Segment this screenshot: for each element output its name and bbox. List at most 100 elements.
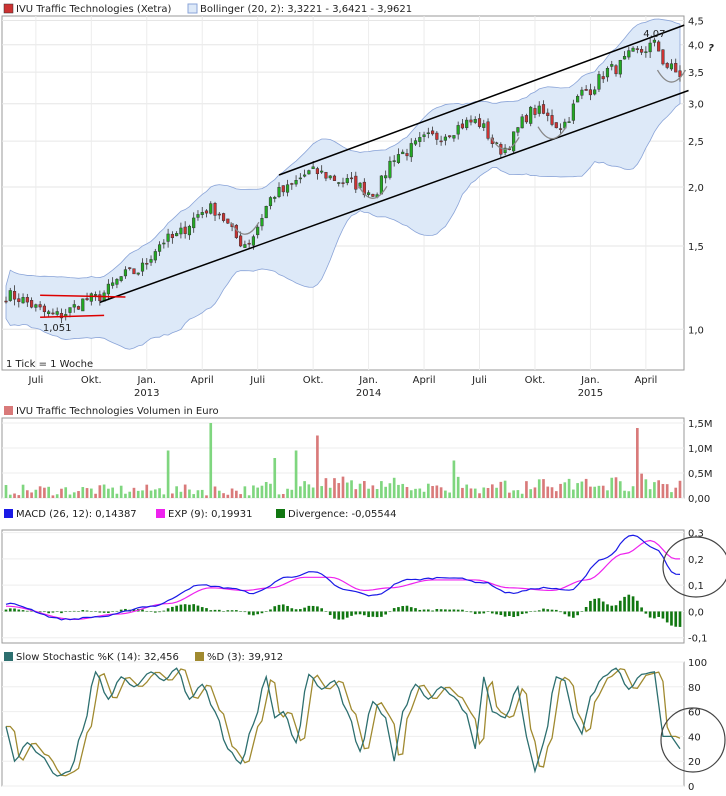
candle-body (38, 304, 42, 308)
divergence-bar (678, 611, 682, 627)
candle-body (529, 106, 533, 124)
candle-body (473, 119, 477, 123)
divergence-bar (554, 609, 558, 612)
volume-bar (341, 476, 345, 498)
divergence-bar (260, 611, 264, 614)
volume-bar (72, 492, 76, 498)
volume-bar (345, 482, 349, 498)
candle-body (170, 233, 174, 239)
divergence-bar (452, 609, 456, 612)
divergence-bar (252, 611, 255, 616)
candle-body (622, 56, 627, 60)
candle-body (465, 119, 469, 129)
candle-body (260, 217, 264, 227)
candle-body (268, 197, 273, 207)
divergence-bar (388, 611, 392, 613)
volume-bar (550, 487, 554, 498)
volume-bar (606, 490, 609, 498)
volume-bar (537, 479, 541, 498)
price-y-tick: 1,5 (688, 242, 704, 253)
divergence-bar (141, 609, 144, 612)
volume-bar (529, 489, 533, 498)
volume-bar (192, 494, 196, 498)
volume-bar (525, 481, 528, 498)
price-y-tick: 2,5 (688, 137, 704, 148)
legend-stoch-k: Slow Stochastic %K (14): 32,456 (16, 652, 179, 663)
volume-bar (128, 491, 132, 498)
macd-y-tick: 0,1 (688, 581, 704, 592)
volume-bar (503, 480, 507, 498)
legend-bollinger: Bollinger (20, 2): 3,3221 - 3,6421 - 3,9… (200, 4, 412, 15)
divergence-bar (188, 604, 191, 612)
volume-bar (328, 487, 332, 498)
divergence-bar (175, 605, 178, 612)
divergence-bar (576, 611, 579, 616)
legend-swatch-volume (4, 406, 13, 415)
candle-body (657, 41, 661, 52)
divergence-bar (290, 608, 294, 612)
legend-exp: EXP (9): 0,19931 (168, 509, 252, 520)
volume-bar (94, 493, 97, 498)
divergence-bar (529, 611, 533, 612)
volume-bar (77, 491, 80, 498)
candle-body (298, 177, 302, 180)
volume-bar (610, 477, 614, 498)
divergence-bar (153, 611, 157, 613)
divergence-bar (89, 611, 93, 612)
candle-body (524, 115, 529, 123)
candle-body (17, 298, 21, 302)
divergence-bar (486, 611, 490, 612)
volume-bar (456, 476, 460, 498)
volume-bar (614, 477, 618, 498)
stoch-y-tick: 100 (688, 658, 707, 669)
divergence-bar (149, 611, 153, 612)
candle-body (533, 108, 537, 115)
volume-bar (490, 484, 494, 498)
volume-bar (337, 483, 341, 498)
divergence-bar (516, 611, 520, 617)
legend-divergence: Divergence: -0,05544 (288, 509, 396, 520)
volume-bar (286, 488, 289, 498)
volume-bar (333, 478, 336, 498)
candle-body (486, 121, 490, 139)
volume-bar (644, 479, 648, 498)
volume-bar (674, 487, 678, 498)
volume-bar (508, 492, 511, 498)
divergence-bar (47, 611, 50, 614)
divergence-bar (64, 611, 68, 612)
candle-body (162, 242, 166, 245)
volume-bar (17, 495, 21, 498)
divergence-bar (316, 606, 319, 612)
divergence-bar (98, 611, 102, 613)
volume-bar (136, 490, 140, 498)
divergence-bar (8, 608, 12, 612)
price-x-tick: Juli (471, 375, 487, 386)
volume-y-tick: 0,5M (688, 469, 713, 480)
volume-bar (171, 493, 174, 498)
divergence-bar (533, 610, 537, 612)
volume-bar (316, 435, 319, 498)
candle-body (115, 279, 119, 285)
volume-bar (371, 485, 375, 498)
candle-body (345, 178, 349, 184)
candle-body (217, 213, 221, 216)
divergence-bar (610, 605, 614, 612)
candle-body (290, 183, 294, 185)
volume-bar (281, 493, 285, 498)
candle-body (456, 125, 460, 135)
divergence-bar (661, 611, 665, 619)
stoch-y-tick: 0 (688, 782, 694, 793)
divergence-bar (657, 611, 661, 617)
divergence-bar (559, 611, 562, 613)
candle-body (554, 122, 558, 129)
candle-body (546, 112, 550, 116)
candle-body (426, 132, 430, 135)
candle-body (431, 130, 435, 135)
candle-body (328, 175, 332, 179)
volume-bar (601, 485, 605, 498)
volume-bar (247, 495, 251, 498)
candle-body (273, 196, 277, 199)
volume-bar (636, 428, 639, 498)
candle-body (418, 137, 422, 142)
volume-bar (533, 487, 537, 498)
